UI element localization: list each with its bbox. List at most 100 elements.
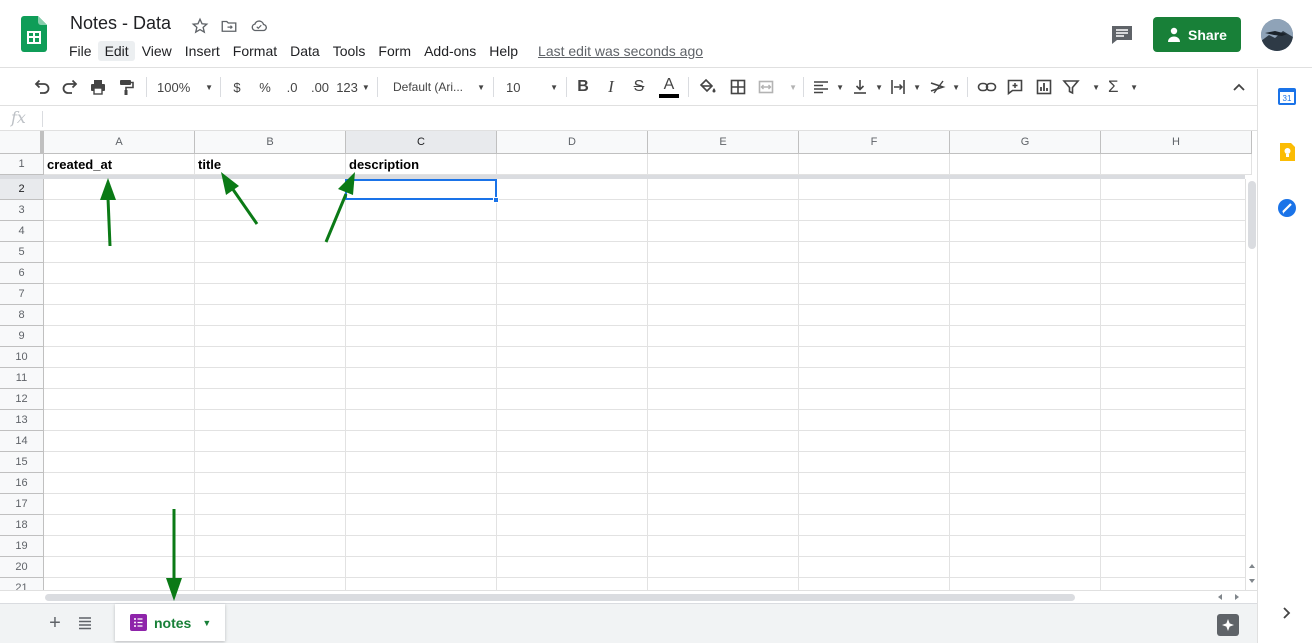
bold-button[interactable]: B <box>574 75 592 99</box>
horizontal-align-button[interactable]: ▼ <box>812 75 844 99</box>
menu-file[interactable]: File <box>62 41 98 61</box>
row-header[interactable]: 15 <box>0 452 44 473</box>
increase-decimal-button[interactable]: .00 <box>308 75 332 99</box>
percent-format-button[interactable]: % <box>255 75 275 99</box>
cloud-icon[interactable] <box>250 17 268 35</box>
insert-link-button[interactable] <box>976 75 998 99</box>
cell-h9[interactable] <box>1101 326 1252 347</box>
cell-c12[interactable] <box>346 389 497 410</box>
cell-a15[interactable] <box>44 452 195 473</box>
cell-d14[interactable] <box>497 431 648 452</box>
undo-button[interactable] <box>31 75 53 99</box>
cell-c7[interactable] <box>346 284 497 305</box>
cell-c15[interactable] <box>346 452 497 473</box>
select-all-corner[interactable] <box>0 131 44 154</box>
row-header[interactable]: 1 <box>0 154 44 175</box>
row-header[interactable]: 14 <box>0 431 44 452</box>
cell-b7[interactable] <box>195 284 346 305</box>
frozen-row-divider[interactable] <box>0 175 1245 179</box>
cell-d12[interactable] <box>497 389 648 410</box>
row-header[interactable]: 8 <box>0 305 44 326</box>
cell-e15[interactable] <box>648 452 799 473</box>
cell-b14[interactable] <box>195 431 346 452</box>
cell-a7[interactable] <box>44 284 195 305</box>
cell-a8[interactable] <box>44 305 195 326</box>
cell-d19[interactable] <box>497 536 648 557</box>
cell-h14[interactable] <box>1101 431 1252 452</box>
cell-f16[interactable] <box>799 473 950 494</box>
merge-cells-button[interactable]: ▼ <box>757 75 797 99</box>
column-header-c[interactable]: C <box>346 131 497 154</box>
cell-e9[interactable] <box>648 326 799 347</box>
cell-h2[interactable] <box>1101 179 1252 200</box>
menu-form[interactable]: Form <box>371 41 417 61</box>
cell-h7[interactable] <box>1101 284 1252 305</box>
cell-h6[interactable] <box>1101 263 1252 284</box>
cell-e5[interactable] <box>648 242 799 263</box>
row-header[interactable]: 7 <box>0 284 44 305</box>
cell-f4[interactable] <box>799 221 950 242</box>
cell-f20[interactable] <box>799 557 950 578</box>
row-header[interactable]: 9 <box>0 326 44 347</box>
cell-e18[interactable] <box>648 515 799 536</box>
cell-c4[interactable] <box>346 221 497 242</box>
cell-f19[interactable] <box>799 536 950 557</box>
cell-b12[interactable] <box>195 389 346 410</box>
menu-edit[interactable]: Edit <box>97 41 135 61</box>
cell-d11[interactable] <box>497 368 648 389</box>
menu-tools[interactable]: Tools <box>326 41 372 61</box>
cell-f8[interactable] <box>799 305 950 326</box>
cell-f1[interactable] <box>799 154 950 175</box>
star-icon[interactable] <box>191 17 209 35</box>
cell-c18[interactable] <box>346 515 497 536</box>
horizontal-scroll-thumb[interactable] <box>45 594 1075 601</box>
cell-c17[interactable] <box>346 494 497 515</box>
cell-d3[interactable] <box>497 200 648 221</box>
cell-e1[interactable] <box>648 154 799 175</box>
cell-e11[interactable] <box>648 368 799 389</box>
row-header[interactable]: 5 <box>0 242 44 263</box>
cell-d1[interactable] <box>497 154 648 175</box>
decrease-decimal-button[interactable]: .0 <box>282 75 302 99</box>
cell-b6[interactable] <box>195 263 346 284</box>
cell-g10[interactable] <box>950 347 1101 368</box>
currency-format-button[interactable]: $ <box>228 75 246 99</box>
vertical-scroll-thumb[interactable] <box>1248 181 1256 249</box>
cell-e10[interactable] <box>648 347 799 368</box>
horizontal-scrollbar[interactable] <box>0 590 1257 603</box>
vertical-align-button[interactable]: ▼ <box>851 75 883 99</box>
cell-a19[interactable] <box>44 536 195 557</box>
cell-a17[interactable] <box>44 494 195 515</box>
cell-f9[interactable] <box>799 326 950 347</box>
cell-a2[interactable] <box>44 179 195 200</box>
text-rotation-button[interactable]: ▼ <box>928 75 960 99</box>
cell-h15[interactable] <box>1101 452 1252 473</box>
cell-c13[interactable] <box>346 410 497 431</box>
cell-g5[interactable] <box>950 242 1101 263</box>
cell-a20[interactable] <box>44 557 195 578</box>
cell-a6[interactable] <box>44 263 195 284</box>
cell-b13[interactable] <box>195 410 346 431</box>
cell-g1[interactable] <box>950 154 1101 175</box>
paint-format-button[interactable] <box>115 75 137 99</box>
text-color-button[interactable]: A <box>658 75 680 99</box>
cell-a12[interactable] <box>44 389 195 410</box>
cell-e6[interactable] <box>648 263 799 284</box>
text-wrap-button[interactable]: ▼ <box>889 75 921 99</box>
cell-b4[interactable] <box>195 221 346 242</box>
cell-a5[interactable] <box>44 242 195 263</box>
cell-b3[interactable] <box>195 200 346 221</box>
cell-b19[interactable] <box>195 536 346 557</box>
cell-e2[interactable] <box>648 179 799 200</box>
cell-e16[interactable] <box>648 473 799 494</box>
row-header[interactable]: 13 <box>0 410 44 431</box>
cell-f17[interactable] <box>799 494 950 515</box>
cell-a10[interactable] <box>44 347 195 368</box>
column-header-h[interactable]: H <box>1101 131 1252 154</box>
cell-d9[interactable] <box>497 326 648 347</box>
cell-c1[interactable]: description <box>346 154 497 175</box>
cell-h11[interactable] <box>1101 368 1252 389</box>
cell-c16[interactable] <box>346 473 497 494</box>
scroll-down-icon[interactable] <box>1248 577 1256 585</box>
move-folder-icon[interactable] <box>220 17 238 35</box>
